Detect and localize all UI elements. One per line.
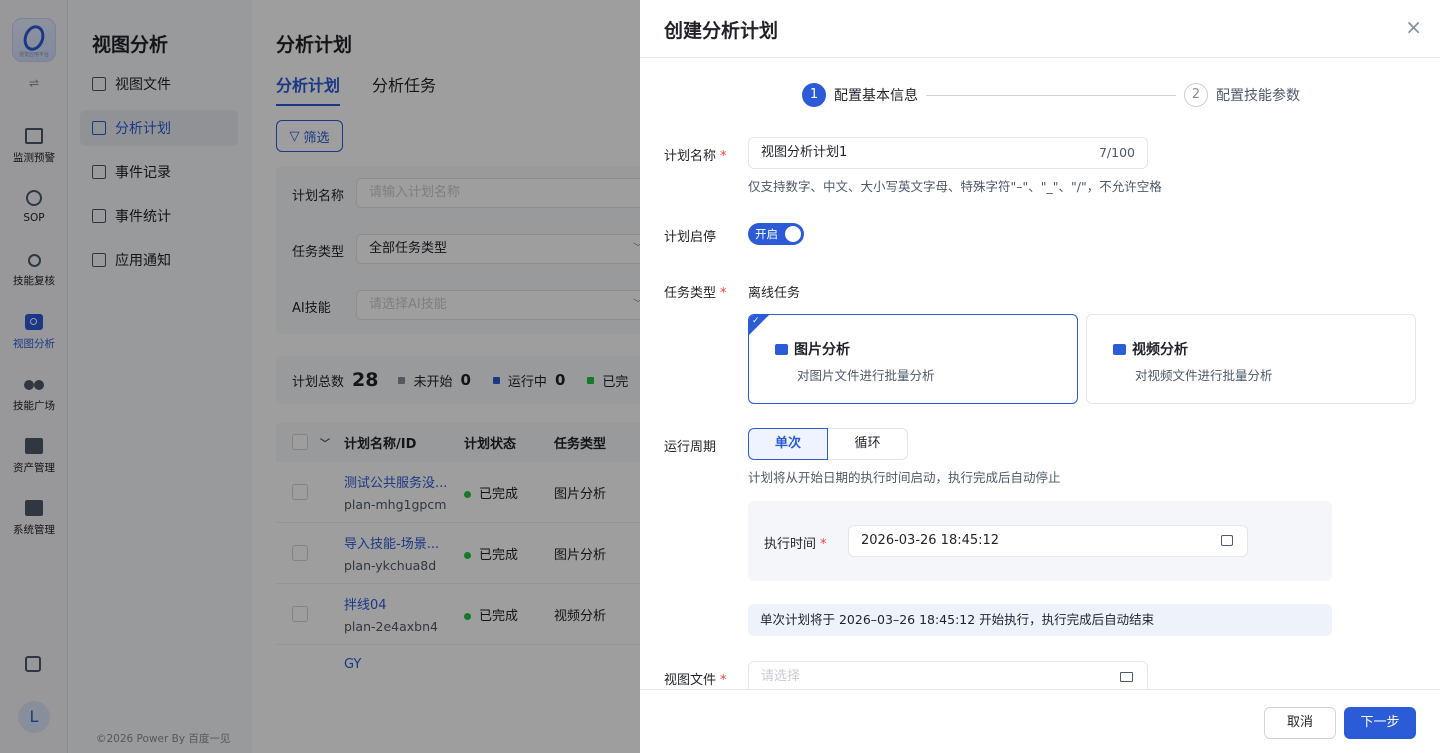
char-count: 7/100 [1098,145,1135,160]
exec-time-picker[interactable]: 2026-03-26 18:45:12 [848,525,1248,557]
cancel-button[interactable]: 取消 [1264,707,1336,739]
card-desc: 对图片文件进行批量分析 [797,368,935,383]
toggle-state-text: 开启 [755,227,778,241]
card-desc: 对视频文件进行批量分析 [1135,368,1273,383]
plan-enable-toggle[interactable]: 开启 [748,223,804,245]
plan-switch-label: 计划启停 [664,230,717,245]
drawer-title: 创建分析计划 [664,20,779,42]
step-2-number: 2 [1184,83,1208,107]
plan-name-value: 视图分析计划1 [761,145,848,160]
exec-time-panel: 执行时间 * 2026-03-26 18:45:12 [748,501,1332,581]
image-analysis-card[interactable]: ✓ 图片分析 对图片文件进行批量分析 [748,314,1078,404]
run-cycle-label: 运行周期 [664,440,717,455]
folder-icon [1120,672,1133,682]
cycle-loop-button[interactable]: 循环 [828,428,908,460]
image-icon [775,343,788,355]
run-cycle-segmented: 单次 循环 [748,428,908,460]
run-cycle-hint: 计划将从开始日期的执行时间启动，执行完成后自动停止 [748,470,1061,485]
plan-name-hint: 仅支持数字、中文、大小写英文字母、特殊字符"–"、"_"、"/"，不允许空格 [748,179,1162,194]
step-2-label: 配置技能参数 [1216,88,1300,104]
toggle-knob [785,226,801,242]
exec-time-label: 执行时间 * [764,537,827,552]
steps: 1 配置基本信息 2 配置技能参数 [802,83,1308,107]
step-1-label: 配置基本信息 [834,88,918,104]
schedule-notice: 单次计划将于 2026–03–26 18:45:12 开始执行，执行完成后自动结… [748,604,1332,636]
step-1-number: 1 [802,83,826,107]
card-title: 图片分析 [775,339,850,359]
video-analysis-card[interactable]: 视频分析 对视频文件进行批量分析 [1086,314,1416,404]
next-step-button[interactable]: 下一步 [1344,707,1416,739]
step-connector [926,94,1176,96]
plan-name-label: 计划名称 * [664,149,727,164]
create-plan-drawer: 创建分析计划 × 1 配置基本信息 2 配置技能参数 计划名称 * 视图分析计划1… [640,0,1440,753]
view-file-label: 视图文件 * [664,673,727,688]
video-icon [1113,343,1126,355]
plan-name-input[interactable]: 视图分析计划1 7/100 [748,137,1148,169]
drawer-backdrop[interactable] [0,0,640,753]
task-type-label: 任务类型 * [664,286,727,301]
drawer-footer: 取消 下一步 [640,689,1440,753]
cycle-once-button[interactable]: 单次 [748,428,828,460]
task-type-value: 离线任务 [748,286,801,301]
calendar-icon [1221,535,1233,546]
close-icon[interactable]: × [1405,17,1422,37]
check-icon: ✓ [752,316,760,326]
card-title: 视频分析 [1113,339,1188,359]
drawer-header: 创建分析计划 × [640,0,1440,58]
exec-time-value: 2026-03-26 18:45:12 [861,533,1000,548]
view-file-placeholder: 请选择 [761,669,801,684]
